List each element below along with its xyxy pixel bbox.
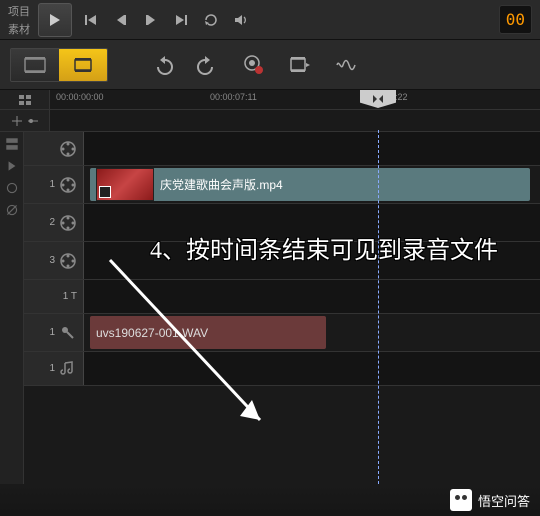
ruler-t1: 00:00:07:11 [210,92,257,102]
gutter [0,132,24,484]
undo-button[interactable] [148,51,176,79]
master-track [24,132,540,166]
timeline-ruler[interactable]: 00:00:00:00 00:00:07:11 00:00:14:22 [50,90,540,109]
tool-icons [148,51,360,79]
timeline-tools-row [0,110,540,132]
track-label: 3 [49,255,55,266]
master-track-head[interactable] [24,132,84,165]
tool-row-body [50,110,540,131]
watermark-logo-icon [450,489,472,511]
transport-controls [78,7,254,33]
voice-track-1-body[interactable]: uvs190627-001.WAV [84,314,540,351]
timeline-toolbar [0,40,540,90]
video-track-1: 1 庆党建歌曲会声版.mp4 [24,166,540,204]
overlay-track-3-head[interactable]: 3 [24,242,84,279]
step-forward-button[interactable] [138,7,164,33]
play-button[interactable] [38,3,72,37]
reel-icon [59,214,77,232]
transport-bar: 项目 素材 00 [0,0,540,40]
volume-button[interactable] [228,7,254,33]
video-track-1-body[interactable]: 庆党建歌曲会声版.mp4 [84,166,540,203]
reel-icon [59,176,77,194]
project-label[interactable]: 项目 [8,2,30,20]
gutter-enable-icon[interactable] [4,180,20,196]
reel-icon [59,140,77,158]
watermark: 悟空问答 [0,484,540,516]
gutter-collapse-icon[interactable] [4,158,20,174]
view-mode-tabs [10,48,108,82]
storyboard-tab[interactable] [11,49,59,81]
music-track-1: 1 [24,352,540,386]
music-track-1-head[interactable]: 1 [24,352,84,385]
mic-icon [59,324,77,342]
tracks: 1 庆党建歌曲会声版.mp4 2 3 [24,132,540,484]
video-track-1-head[interactable]: 1 [24,166,84,203]
track-tools [0,110,50,131]
timeline-ruler-row: 00:00:00:00 00:00:07:11 00:00:14:22 [0,90,540,110]
track-label: 1 [49,179,55,190]
voice-track-1-head[interactable]: 1 [24,314,84,351]
overlay-track-3-body[interactable] [84,242,540,279]
clip-label: 庆党建歌曲会声版.mp4 [160,176,283,193]
loop-button[interactable] [198,7,224,33]
audio-mixer-button[interactable] [332,51,360,79]
batch-convert-button[interactable] [286,51,314,79]
zoom-tool-icon[interactable] [10,114,24,128]
music-icon [59,360,77,378]
overlay-track-2: 2 [24,204,540,242]
ruler-controls[interactable] [0,90,50,109]
title-track-1-head[interactable]: 1 T [24,280,84,313]
timecode-display[interactable]: 00 [499,5,532,34]
music-track-1-body[interactable] [84,352,540,385]
clip-thumbnail [96,168,154,201]
timeline-tab[interactable] [59,49,107,81]
playhead-line[interactable] [378,130,379,484]
redo-button[interactable] [194,51,222,79]
step-back-button[interactable] [108,7,134,33]
overlay-track-2-body[interactable] [84,204,540,241]
video-clip-1[interactable]: 庆党建歌曲会声版.mp4 [90,168,530,201]
ruler-t0: 00:00:00:00 [56,92,104,102]
title-track-1-body[interactable] [84,280,540,313]
clip-label: uvs190627-001.WAV [96,326,208,340]
track-label: 1 [49,327,55,338]
record-button[interactable] [240,51,268,79]
audio-clip-1[interactable]: uvs190627-001.WAV [90,316,326,349]
overlay-track-3: 3 [24,242,540,280]
zoom-slider-icon[interactable] [26,114,40,128]
track-label: 2 [49,217,55,228]
gutter-disable-icon[interactable] [4,202,20,218]
gutter-toggle-icon[interactable] [4,136,20,152]
track-label: 1 T [63,291,77,302]
playhead-marker[interactable] [360,90,396,108]
watermark-text: 悟空问答 [478,491,530,510]
track-label: 1 [49,363,55,374]
master-track-body[interactable] [84,132,540,165]
source-labels: 项目 素材 [8,2,30,38]
go-start-button[interactable] [78,7,104,33]
material-label[interactable]: 素材 [8,20,30,38]
title-track-1: 1 T [24,280,540,314]
voice-track-1: 1 uvs190627-001.WAV [24,314,540,352]
overlay-track-2-head[interactable]: 2 [24,204,84,241]
tracks-area: 1 庆党建歌曲会声版.mp4 2 3 [0,132,540,484]
go-end-button[interactable] [168,7,194,33]
reel-icon [59,252,77,270]
